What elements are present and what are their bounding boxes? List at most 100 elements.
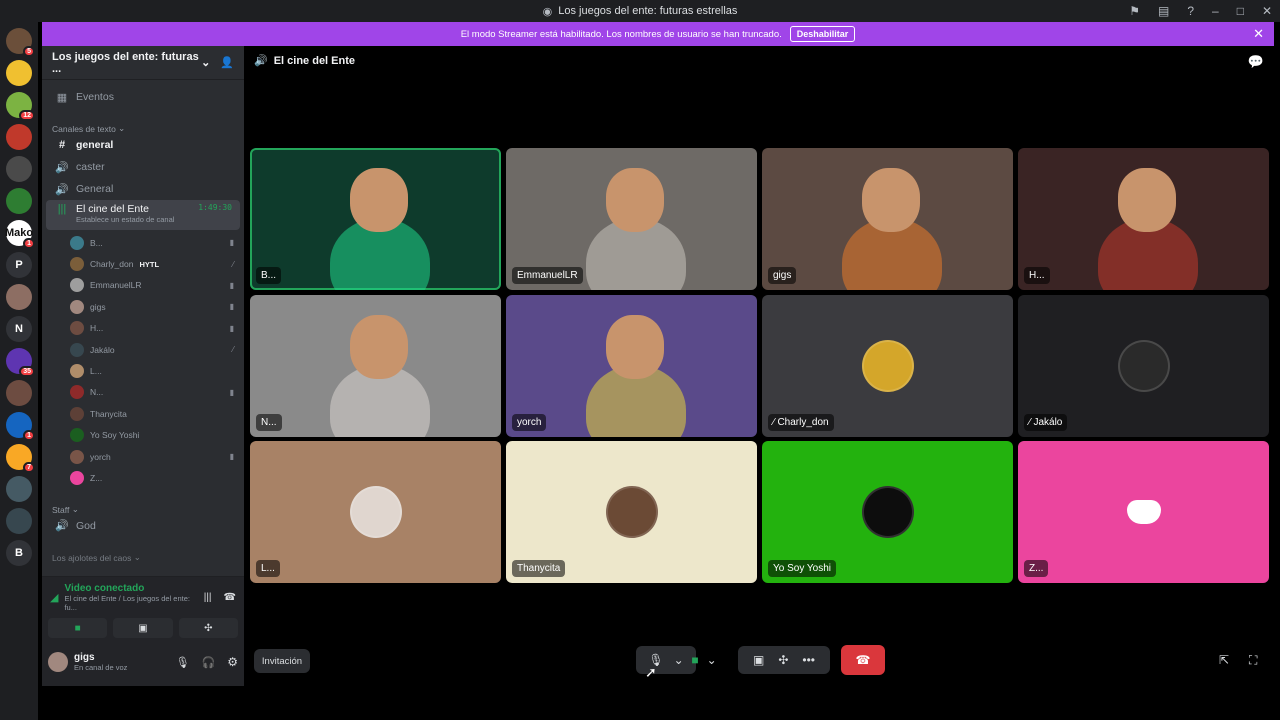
close-window-button[interactable]: ✕ [1262,4,1272,18]
screen-share-icon[interactable]: ▣ [753,653,764,667]
server-icon[interactable] [6,124,32,150]
minimize-button[interactable]: – [1212,4,1219,18]
voice-user[interactable]: B... ▮ [42,232,244,253]
activities-button[interactable]: ✣ [178,618,238,638]
avatar[interactable] [48,652,68,672]
participant-name-text: B... [261,270,277,281]
channel-item[interactable]: 🔊 caster [46,156,240,178]
avatar [70,406,84,421]
mention-badge: 5 [23,46,35,57]
hash-icon: # [58,139,66,151]
category-text-channels[interactable]: Canales de texto ⌄ [42,114,244,134]
voice-user[interactable]: N... ▮ [42,382,244,403]
participant-tile[interactable]: N... [250,294,501,437]
server-icon[interactable]: 35 [6,348,35,377]
avatar [70,385,84,400]
server-icon[interactable]: 5 [6,28,35,57]
disable-streamer-button[interactable]: Deshabilitar [789,26,856,42]
video-person [350,168,408,232]
voice-channel-god[interactable]: 🔊 God [46,515,240,537]
maximize-button[interactable]: □ [1237,4,1244,18]
participant-tile[interactable]: ⁄ Charly_don [762,294,1013,437]
participant-tile[interactable]: Thanycita [506,441,757,583]
voice-user[interactable]: Z... [42,467,244,488]
voice-user[interactable]: Thanycita [42,403,244,424]
server-icon[interactable]: B [6,540,32,566]
server-icon[interactable] [6,188,32,214]
camera-icon: ▮ [229,238,234,248]
server-icon[interactable]: 1 [6,412,35,441]
participant-name-text: L... [261,563,275,574]
participant-tile[interactable]: ⁄ Jakálo [1018,294,1269,437]
voice-user[interactable]: L... [42,360,244,381]
close-icon[interactable]: ✕ [1253,26,1264,42]
screen-share-button[interactable]: ▣ [113,618,173,638]
participant-tile[interactable]: H... [1018,148,1269,290]
chevron-down-icon[interactable]: ⌄ [707,653,717,667]
server-list: 5 12 Mako 1 P N 35 1 7 B [0,22,38,720]
fullscreen-icon[interactable]: ⛶ [1249,653,1257,668]
voice-user-name: EmmanuelLR [90,280,142,291]
voice-user[interactable]: Jakálo ⁄ [42,339,244,360]
server-icon[interactable] [6,60,32,86]
server-icon[interactable]: 12 [6,92,35,121]
activities-icon[interactable]: ✣ [778,653,788,667]
camera-icon[interactable]: ■ [691,653,698,667]
category-cut[interactable]: Los ajolotes del caos ⌄ [42,543,244,563]
channel-item[interactable]: 🔊 General [46,178,240,200]
server-icon[interactable] [6,476,32,502]
avatar [70,342,84,357]
camera-button[interactable]: ■ [48,618,108,638]
participant-tile[interactable]: EmmanuelLR [506,148,757,290]
voice-location[interactable]: El cine del Ente / Los juegos del ente: … [64,594,203,612]
voice-user[interactable]: H... ▮ [42,318,244,339]
channel-status[interactable]: Establece un estado de canal [76,215,232,224]
voice-user[interactable]: gigs ▮ [42,296,244,317]
participant-tile[interactable]: B... [250,148,501,290]
server-icon[interactable]: 7 [6,444,35,473]
server-icon[interactable]: N [6,316,32,342]
voice-user[interactable]: yorch ▮ [42,446,244,467]
channel-name: caster [76,161,105,173]
help-icon[interactable]: ? [1187,4,1194,18]
disconnect-icon[interactable]: ☎ [224,592,236,603]
server-icon[interactable]: Mako 1 [5,220,35,249]
server-icon[interactable]: P [6,252,32,278]
invite-button[interactable]: Invitación [254,649,310,673]
inbox-icon[interactable]: ▤ [1158,4,1169,18]
participant-tile[interactable]: Z... [1018,441,1269,583]
participant-name: N... [256,413,282,431]
server-icon[interactable] [6,380,32,406]
mention-badge: 7 [23,462,35,473]
participant-tile[interactable]: L... [250,441,501,583]
hang-up-button[interactable]: ☎ [841,645,885,675]
guild-header[interactable]: Los juegos del ente: futuras ... ⌄ 👤 [42,46,244,80]
voice-user[interactable]: EmmanuelLR ▮ [42,275,244,296]
channel-item[interactable]: # general [46,134,240,156]
camera-button-group[interactable]: ■ ⌄ [682,646,726,674]
events-item[interactable]: ▦ Eventos [46,86,240,108]
participant-tile[interactable]: Yo Soy Yoshi [762,441,1013,583]
voice-user[interactable]: Charly_don HYTL ⁄ [42,253,244,274]
voice-user[interactable]: Yo Soy Yoshi [42,425,244,446]
server-icon[interactable] [6,508,32,534]
speaker-icon: 🔊 [55,183,69,196]
server-icon[interactable] [6,284,32,310]
chat-icon[interactable]: 💬 [1248,54,1264,70]
popout-icon[interactable]: ⇱ [1219,653,1229,667]
settings-gear-icon[interactable]: ⚙ [227,655,238,669]
participant-tile[interactable]: yorch [506,294,757,437]
voice-channel-active[interactable]: ||| El cine del Ente 1:49:30 Establece un… [46,200,240,230]
flag-icon[interactable]: ⚑ [1129,4,1140,18]
server-icon[interactable] [6,156,32,182]
participant-tile[interactable]: gigs [762,148,1013,290]
noise-suppression-icon[interactable]: ||| [204,592,212,603]
microphone-icon[interactable]: 🎙 [176,656,190,669]
guild-name: Los juegos del ente: futuras ... [52,50,199,75]
category-staff[interactable]: Staff ⌄ [42,495,244,515]
avatar [70,449,84,464]
headphones-icon[interactable]: 🎧 [202,656,216,669]
add-member-icon[interactable]: 👤 [220,56,234,69]
more-icon[interactable]: ••• [802,653,815,667]
video-person [1118,168,1176,232]
